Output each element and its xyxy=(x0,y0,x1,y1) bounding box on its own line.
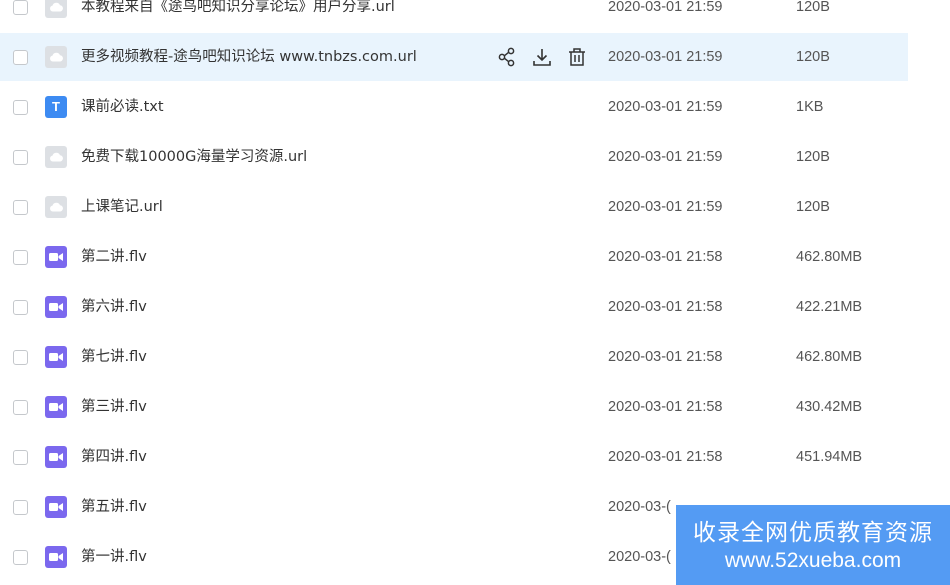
file-size: 430.42MB xyxy=(796,399,863,415)
file-name[interactable]: 第四讲.flv xyxy=(81,433,147,481)
file-row[interactable]: 第三讲.flv 2020-03-01 21:58 430.42MB xyxy=(0,383,908,431)
file-modified-time: 2020-03-01 21:58 xyxy=(608,349,723,365)
file-size: 120B xyxy=(796,0,830,15)
file-modified-time: 2020-03-01 21:59 xyxy=(608,199,723,215)
txt-file-icon: T xyxy=(45,96,67,118)
video-file-icon xyxy=(45,546,67,568)
watermark-line1: 收录全网优质教育资源 xyxy=(693,520,933,546)
file-name[interactable]: 第七讲.flv xyxy=(81,333,147,381)
share-icon[interactable] xyxy=(496,46,518,68)
video-file-icon xyxy=(45,446,67,468)
file-name[interactable]: 第六讲.flv xyxy=(81,283,147,331)
file-name[interactable]: 第三讲.flv xyxy=(81,383,147,431)
row-checkbox[interactable] xyxy=(13,0,28,15)
file-row[interactable]: 第七讲.flv 2020-03-01 21:58 462.80MB xyxy=(0,333,908,381)
file-row[interactable]: 本教程来自《途鸟吧知识分享论坛》用户分享.url 2020-03-01 21:59… xyxy=(0,0,908,31)
file-modified-time: 2020-03-01 21:58 xyxy=(608,249,723,265)
row-checkbox[interactable] xyxy=(13,200,28,215)
file-modified-time: 2020-03-( xyxy=(608,549,671,565)
file-modified-time: 2020-03-01 21:58 xyxy=(608,399,723,415)
row-checkbox[interactable] xyxy=(13,550,28,565)
file-name[interactable]: 更多视频教程-途鸟吧知识论坛 www.tnbzs.com.url xyxy=(81,33,417,81)
file-modified-time: 2020-03-( xyxy=(608,499,671,515)
delete-icon[interactable] xyxy=(566,46,588,68)
file-row[interactable]: 第二讲.flv 2020-03-01 21:58 462.80MB xyxy=(0,233,908,281)
row-checkbox[interactable] xyxy=(13,500,28,515)
video-file-icon xyxy=(45,396,67,418)
video-file-icon xyxy=(45,246,67,268)
file-size: 451.94MB xyxy=(796,449,863,465)
file-name[interactable]: 课前必读.txt xyxy=(81,83,164,131)
file-modified-time: 2020-03-01 21:59 xyxy=(608,49,723,65)
file-size: 462.80MB xyxy=(796,349,863,365)
download-icon[interactable] xyxy=(531,46,553,68)
row-checkbox[interactable] xyxy=(13,100,28,115)
row-checkbox[interactable] xyxy=(13,300,28,315)
file-size: 120B xyxy=(796,199,830,215)
file-name[interactable]: 第一讲.flv xyxy=(81,533,147,581)
file-modified-time: 2020-03-01 21:59 xyxy=(608,0,723,15)
file-name[interactable]: 本教程来自《途鸟吧知识分享论坛》用户分享.url xyxy=(81,0,395,31)
row-checkbox[interactable] xyxy=(13,400,28,415)
file-row[interactable]: 免费下载10000G海量学习资源.url 2020-03-01 21:59 120B xyxy=(0,133,908,181)
url-file-icon xyxy=(45,146,67,168)
file-row[interactable]: 第六讲.flv 2020-03-01 21:58 422.21MB xyxy=(0,283,908,331)
file-size: 120B xyxy=(796,149,830,165)
video-file-icon xyxy=(45,496,67,518)
file-row[interactable]: T 课前必读.txt 2020-03-01 21:59 1KB xyxy=(0,83,908,131)
video-file-icon xyxy=(45,346,67,368)
file-modified-time: 2020-03-01 21:59 xyxy=(608,99,723,115)
file-name[interactable]: 第二讲.flv xyxy=(81,233,147,281)
file-row[interactable]: 更多视频教程-途鸟吧知识论坛 www.tnbzs.com.url 2020-03-… xyxy=(0,33,908,81)
file-row[interactable]: 第四讲.flv 2020-03-01 21:58 451.94MB xyxy=(0,433,908,481)
file-size: 462.80MB xyxy=(796,249,863,265)
file-row[interactable]: 上课笔记.url 2020-03-01 21:59 120B xyxy=(0,183,908,231)
file-size: 1KB xyxy=(796,99,824,115)
watermark-line2: www.52xueba.com xyxy=(724,549,902,572)
file-name[interactable]: 第五讲.flv xyxy=(81,483,147,531)
row-checkbox[interactable] xyxy=(13,350,28,365)
url-file-icon xyxy=(45,0,67,18)
file-size: 120B xyxy=(796,49,830,65)
row-checkbox[interactable] xyxy=(13,250,28,265)
watermark-banner: 收录全网优质教育资源 www.52xueba.com xyxy=(676,505,950,585)
video-file-icon xyxy=(45,296,67,318)
file-modified-time: 2020-03-01 21:58 xyxy=(608,449,723,465)
url-file-icon xyxy=(45,46,67,68)
url-file-icon xyxy=(45,196,67,218)
row-checkbox[interactable] xyxy=(13,150,28,165)
file-name[interactable]: 上课笔记.url xyxy=(81,183,163,231)
row-checkbox[interactable] xyxy=(13,50,28,65)
file-name[interactable]: 免费下载10000G海量学习资源.url xyxy=(81,133,307,181)
file-modified-time: 2020-03-01 21:58 xyxy=(608,299,723,315)
row-checkbox[interactable] xyxy=(13,450,28,465)
file-size: 422.21MB xyxy=(796,299,863,315)
file-modified-time: 2020-03-01 21:59 xyxy=(608,149,723,165)
